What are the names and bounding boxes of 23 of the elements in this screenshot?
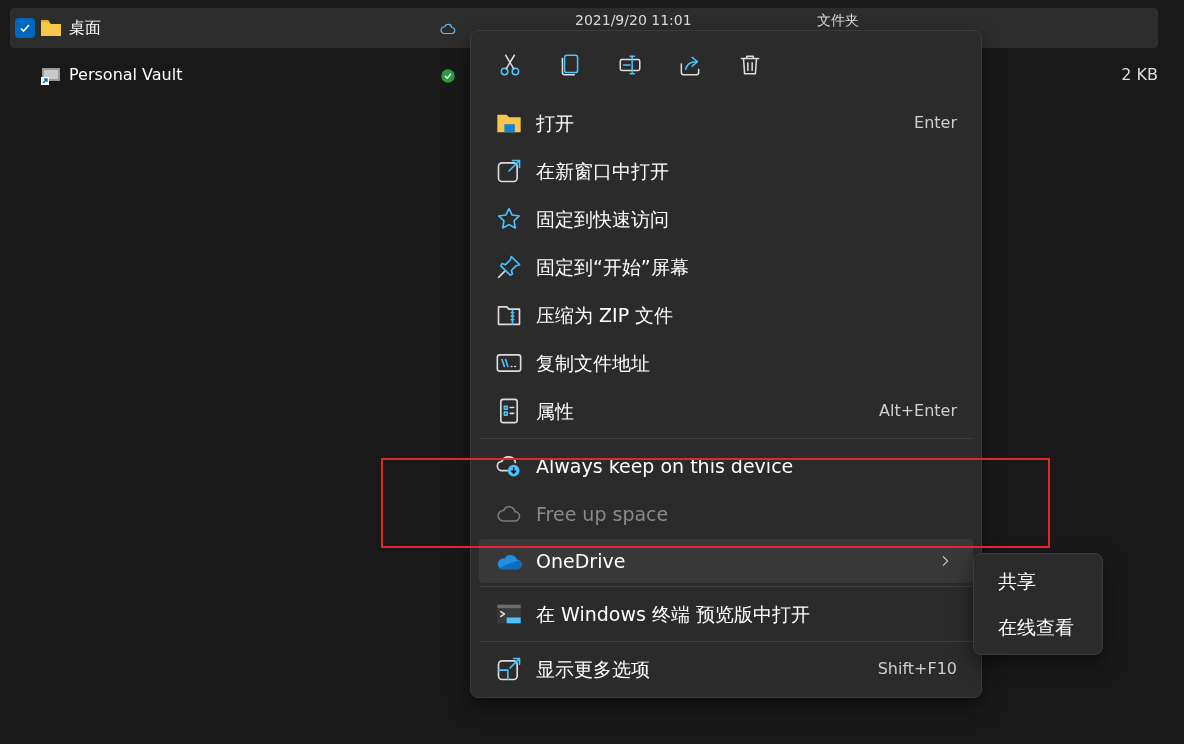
new-window-icon: [495, 157, 523, 185]
size-text: 2 KB: [1121, 64, 1158, 86]
menu-item[interactable]: 属性 Alt+Enter: [475, 387, 977, 435]
menu-item[interactable]: 共享: [978, 558, 1098, 604]
pin-icon: [495, 253, 523, 281]
file-name: 桌面: [69, 17, 102, 39]
date-text: 2021/9/20 11:01: [575, 11, 693, 30]
shortcut-text: Alt+Enter: [879, 400, 957, 422]
shortcut-text: Shift+F10: [877, 658, 957, 680]
menu-item[interactable]: 复制文件地址: [475, 339, 977, 387]
menu-item[interactable]: 在线查看: [978, 604, 1098, 650]
menu-item[interactable]: 压缩为 ZIP 文件: [475, 291, 977, 339]
menu-item[interactable]: 固定到“开始”屏幕: [475, 243, 977, 291]
menu-item[interactable]: 显示更多选项 Shift+F10: [475, 645, 977, 693]
menu-item[interactable]: OneDrive: [479, 539, 973, 583]
menu-item[interactable]: 在新窗口中打开: [475, 147, 977, 195]
file-name: Personal Vault: [69, 64, 184, 86]
menu-item[interactable]: 打开 Enter: [475, 99, 977, 147]
more-options-icon: [495, 655, 523, 683]
checkbox[interactable]: [15, 18, 35, 38]
menu-item[interactable]: 固定到快速访问: [475, 195, 977, 243]
shortcut-text: Enter: [914, 112, 957, 134]
type-text: 文件夹: [817, 11, 860, 30]
